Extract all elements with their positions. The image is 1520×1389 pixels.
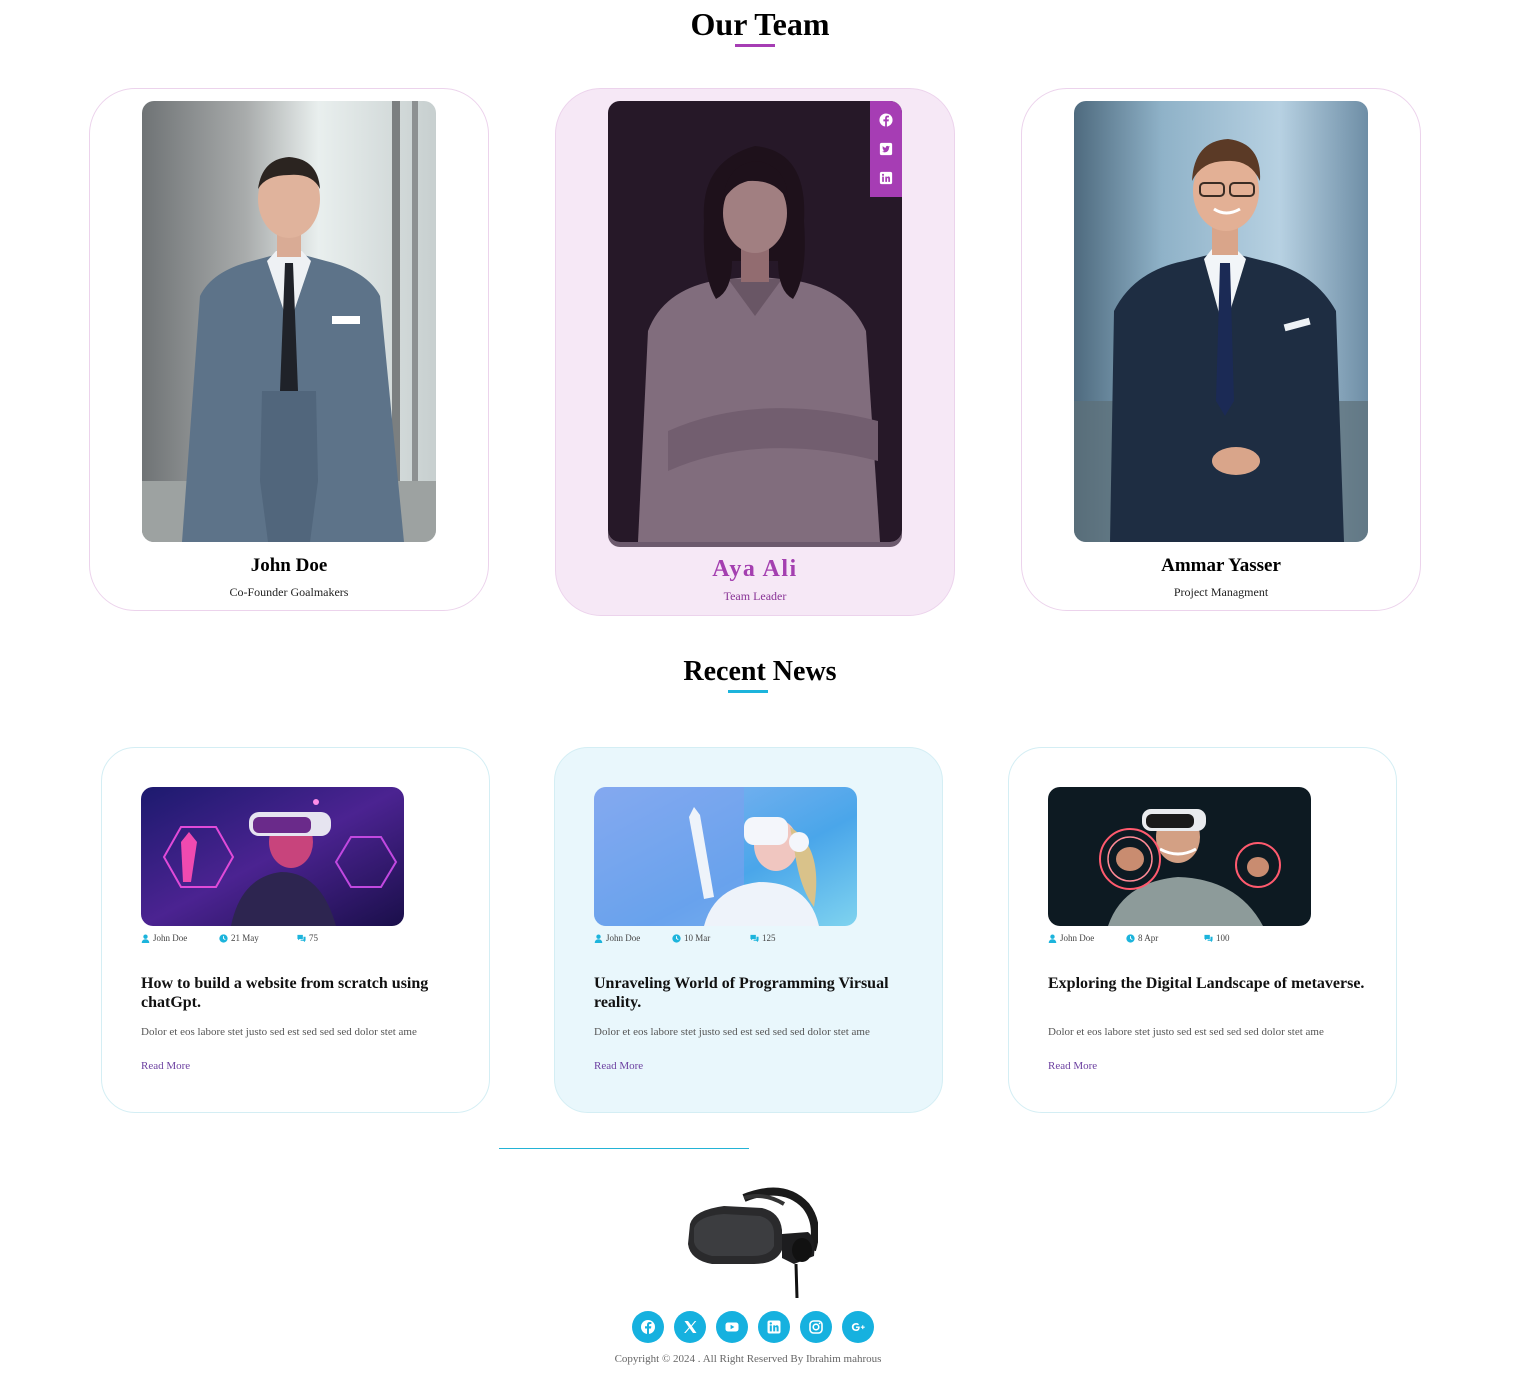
post-meta: John Doe 21 May 75 [141, 933, 441, 945]
vr-headset-logo [684, 1184, 819, 1300]
clock-icon [672, 933, 681, 943]
youtube-icon [725, 1322, 739, 1332]
instagram-icon [809, 1320, 823, 1334]
footer-social-links [632, 1311, 874, 1343]
facebook-button[interactable] [632, 1311, 664, 1343]
news-excerpt: Dolor et eos labore stet justo sed est s… [594, 1026, 870, 1038]
google-plus-button[interactable] [842, 1311, 874, 1343]
member-name: Ammar Yasser [1161, 555, 1281, 576]
news-title-underline [728, 690, 768, 693]
post-comments: 75 [297, 933, 318, 943]
team-photo-ammar-yasser [1074, 101, 1368, 542]
news-section-title: Recent News [683, 656, 837, 687]
comments-icon [1204, 934, 1213, 942]
news-title: Exploring the Digital Landscape of metav… [1048, 975, 1365, 992]
team-section-title: Our Team [690, 6, 830, 42]
member-role: Team Leader [723, 589, 787, 603]
read-more-link[interactable]: Read More [1048, 1060, 1097, 1072]
post-meta: John Doe 10 Mar 125 [594, 933, 894, 945]
post-comments: 125 [750, 933, 776, 943]
x-icon [684, 1321, 697, 1333]
member-name: John Doe [250, 555, 328, 576]
facebook-icon[interactable] [879, 113, 893, 127]
post-author: John Doe [141, 933, 187, 943]
read-more-link[interactable]: Read More [594, 1060, 643, 1072]
team-title-underline [735, 44, 775, 47]
team-card-john-doe[interactable]: John Doe Co-Founder Goalmakers [89, 88, 489, 611]
member-name: Aya Ali [712, 556, 798, 582]
news-excerpt: Dolor et eos labore stet justo sed est s… [141, 1026, 417, 1038]
post-comments: 100 [1204, 933, 1230, 943]
linkedin-icon[interactable] [879, 171, 893, 185]
news-title: How to build a website from scratch usin… [141, 975, 429, 1011]
read-more-link[interactable]: Read More [141, 1060, 190, 1072]
x-button[interactable] [674, 1311, 706, 1343]
google-plus-icon [851, 1323, 865, 1331]
member-role: Project Managment [1173, 585, 1269, 599]
clock-icon [219, 933, 228, 943]
facebook-icon [641, 1320, 655, 1335]
post-date: 8 Apr [1126, 933, 1158, 943]
team-card-aya-ali[interactable]: Aya Ali Team Leader [555, 88, 955, 616]
member-role: Co-Founder Goalmakers [229, 585, 349, 599]
news-card[interactable]: John Doe 10 Mar 125 Unraveling World of … [554, 747, 943, 1113]
post-author: John Doe [1048, 933, 1094, 943]
news-title: Unraveling World of Programming Virsual … [594, 975, 889, 1011]
youtube-button[interactable] [716, 1311, 748, 1343]
clock-icon [1126, 933, 1135, 943]
member-social-links [870, 101, 902, 197]
news-image [141, 787, 404, 926]
team-photo-aya-ali [608, 101, 902, 542]
user-icon [141, 934, 150, 943]
user-icon [594, 934, 603, 943]
post-meta: John Doe 8 Apr 100 [1048, 933, 1348, 945]
news-card[interactable]: John Doe 8 Apr 100 Exploring the Digital… [1008, 747, 1397, 1113]
comments-icon [750, 934, 759, 942]
user-icon [1048, 934, 1057, 943]
comments-icon [297, 934, 306, 942]
post-author: John Doe [594, 933, 640, 943]
team-photo-john-doe [142, 101, 436, 542]
post-date: 10 Mar [672, 933, 710, 943]
footer-divider [499, 1148, 749, 1149]
post-date: 21 May [219, 933, 259, 943]
team-card-ammar-yasser[interactable]: Ammar Yasser Project Managment [1021, 88, 1421, 611]
linkedin-icon [767, 1320, 781, 1334]
news-card[interactable]: John Doe 21 May 75 How to build a websit… [101, 747, 490, 1113]
news-image [1048, 787, 1311, 926]
linkedin-button[interactable] [758, 1311, 790, 1343]
copyright-text: Copyright © 2024 . All Right Reserved By… [614, 1353, 882, 1365]
news-excerpt: Dolor et eos labore stet justo sed est s… [1048, 1026, 1324, 1038]
instagram-button[interactable] [800, 1311, 832, 1343]
twitter-icon[interactable] [879, 142, 893, 156]
news-image [594, 787, 857, 926]
